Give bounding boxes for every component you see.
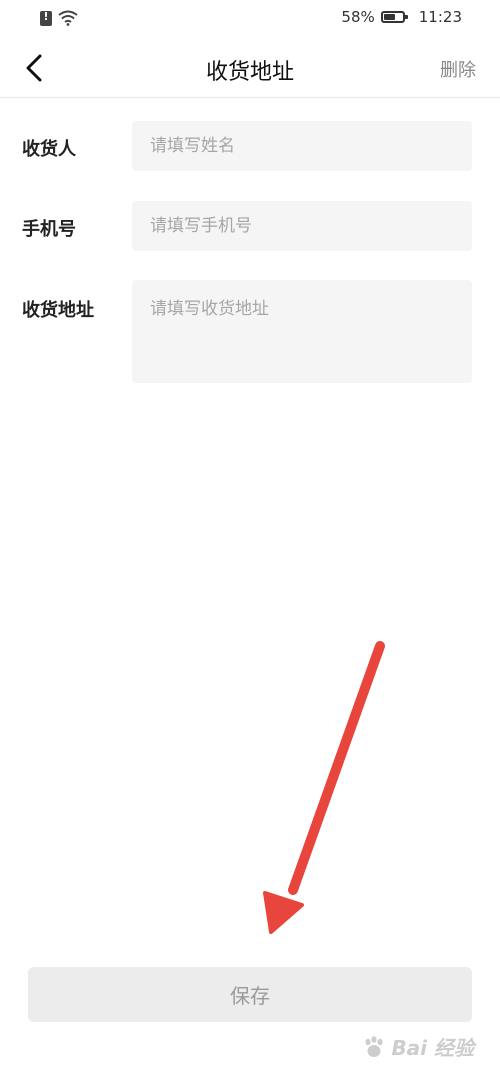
wifi-icon (58, 10, 78, 26)
form-row-address: 收货地址 (0, 280, 500, 383)
save-button[interactable]: 保存 (28, 967, 472, 1022)
arrow-shaft (288, 641, 385, 895)
status-bar-left (40, 10, 78, 26)
battery-icon (380, 11, 408, 23)
name-input[interactable] (132, 121, 472, 171)
status-time: 11:23 (418, 8, 462, 26)
form-row-phone: 手机号 (0, 201, 500, 251)
sim-alert-icon (40, 10, 52, 26)
address-label: 收货地址 (22, 300, 94, 321)
status-bar: 58% 11:23 (0, 0, 500, 38)
name-label: 收货人 (22, 139, 76, 160)
address-input[interactable] (132, 280, 472, 383)
battery-percent: 58% (341, 8, 375, 26)
delete-button[interactable]: 删除 (440, 56, 476, 82)
page-title: 收货地址 (205, 60, 294, 85)
phone-label: 手机号 (22, 219, 76, 240)
form-row-name: 收货人 (0, 121, 500, 171)
phone-input[interactable] (132, 201, 472, 251)
nav-bar: 收货地址 删除 (0, 38, 500, 98)
baidu-paw-icon (365, 1035, 384, 1057)
status-bar-right: 58% 11:23 (341, 8, 462, 26)
arrow-head (263, 891, 304, 934)
watermark: Bai 经验 (361, 1032, 474, 1061)
watermark-text: Bai 经验 (391, 1036, 474, 1060)
